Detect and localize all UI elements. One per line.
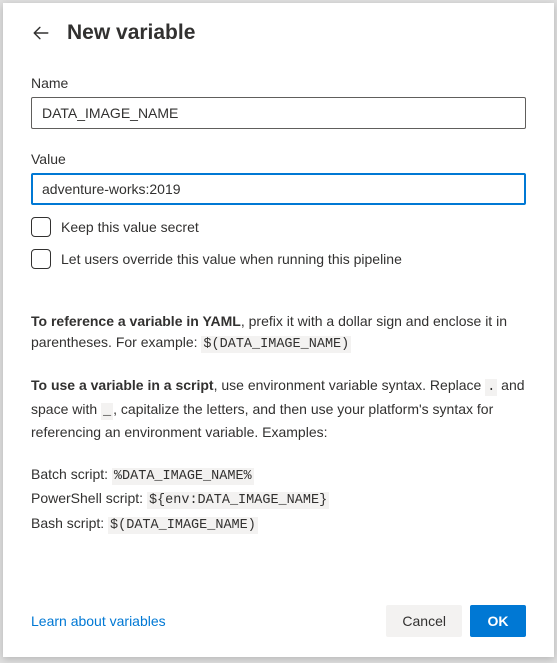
- button-group: Cancel OK: [386, 605, 526, 637]
- bash-label: Bash script:: [31, 515, 108, 531]
- help-text: To reference a variable in YAML, prefix …: [31, 311, 526, 537]
- yaml-help-code: $(DATA_IMAGE_NAME): [201, 336, 351, 353]
- dot-code: .: [485, 379, 497, 396]
- value-label: Value: [31, 151, 526, 167]
- name-input[interactable]: [31, 97, 526, 129]
- ok-button[interactable]: OK: [470, 605, 526, 637]
- bash-script-line: Bash script: $(DATA_IMAGE_NAME): [31, 512, 526, 537]
- name-label: Name: [31, 75, 526, 91]
- override-checkbox[interactable]: [31, 249, 51, 269]
- dialog-footer: Learn about variables Cancel OK: [3, 589, 554, 657]
- override-checkbox-label: Let users override this value when runni…: [61, 251, 402, 267]
- batch-label: Batch script:: [31, 466, 112, 482]
- yaml-help-bold: To reference a variable in YAML: [31, 313, 241, 329]
- batch-script-line: Batch script: %DATA_IMAGE_NAME%: [31, 463, 526, 488]
- dialog-title: New variable: [67, 21, 195, 45]
- batch-code: %DATA_IMAGE_NAME%: [112, 468, 254, 485]
- powershell-code: ${env:DATA_IMAGE_NAME}: [147, 492, 329, 509]
- yaml-help-paragraph: To reference a variable in YAML, prefix …: [31, 311, 526, 355]
- cancel-button[interactable]: Cancel: [386, 605, 462, 637]
- back-arrow-icon[interactable]: [31, 23, 51, 43]
- learn-link[interactable]: Learn about variables: [31, 613, 166, 629]
- name-field-group: Name: [31, 75, 526, 129]
- secret-checkbox[interactable]: [31, 217, 51, 237]
- dialog-content: Name Value Keep this value secret Let us…: [3, 57, 554, 589]
- dialog-header: New variable: [3, 3, 554, 57]
- powershell-script-line: PowerShell script: ${env:DATA_IMAGE_NAME…: [31, 487, 526, 512]
- underscore-code: _: [101, 403, 113, 420]
- override-checkbox-row: Let users override this value when runni…: [31, 249, 526, 269]
- secret-checkbox-row: Keep this value secret: [31, 217, 526, 237]
- secret-checkbox-label: Keep this value secret: [61, 219, 199, 235]
- value-input[interactable]: [31, 173, 526, 205]
- value-field-group: Value: [31, 151, 526, 205]
- powershell-label: PowerShell script:: [31, 490, 147, 506]
- script-help-paragraph: To use a variable in a script, use envir…: [31, 375, 526, 443]
- new-variable-dialog: New variable Name Value Keep this value …: [3, 3, 554, 657]
- script-help-bold: To use a variable in a script: [31, 377, 214, 393]
- script-help-text1: , use environment variable syntax. Repla…: [214, 377, 486, 393]
- bash-code: $(DATA_IMAGE_NAME): [108, 517, 258, 534]
